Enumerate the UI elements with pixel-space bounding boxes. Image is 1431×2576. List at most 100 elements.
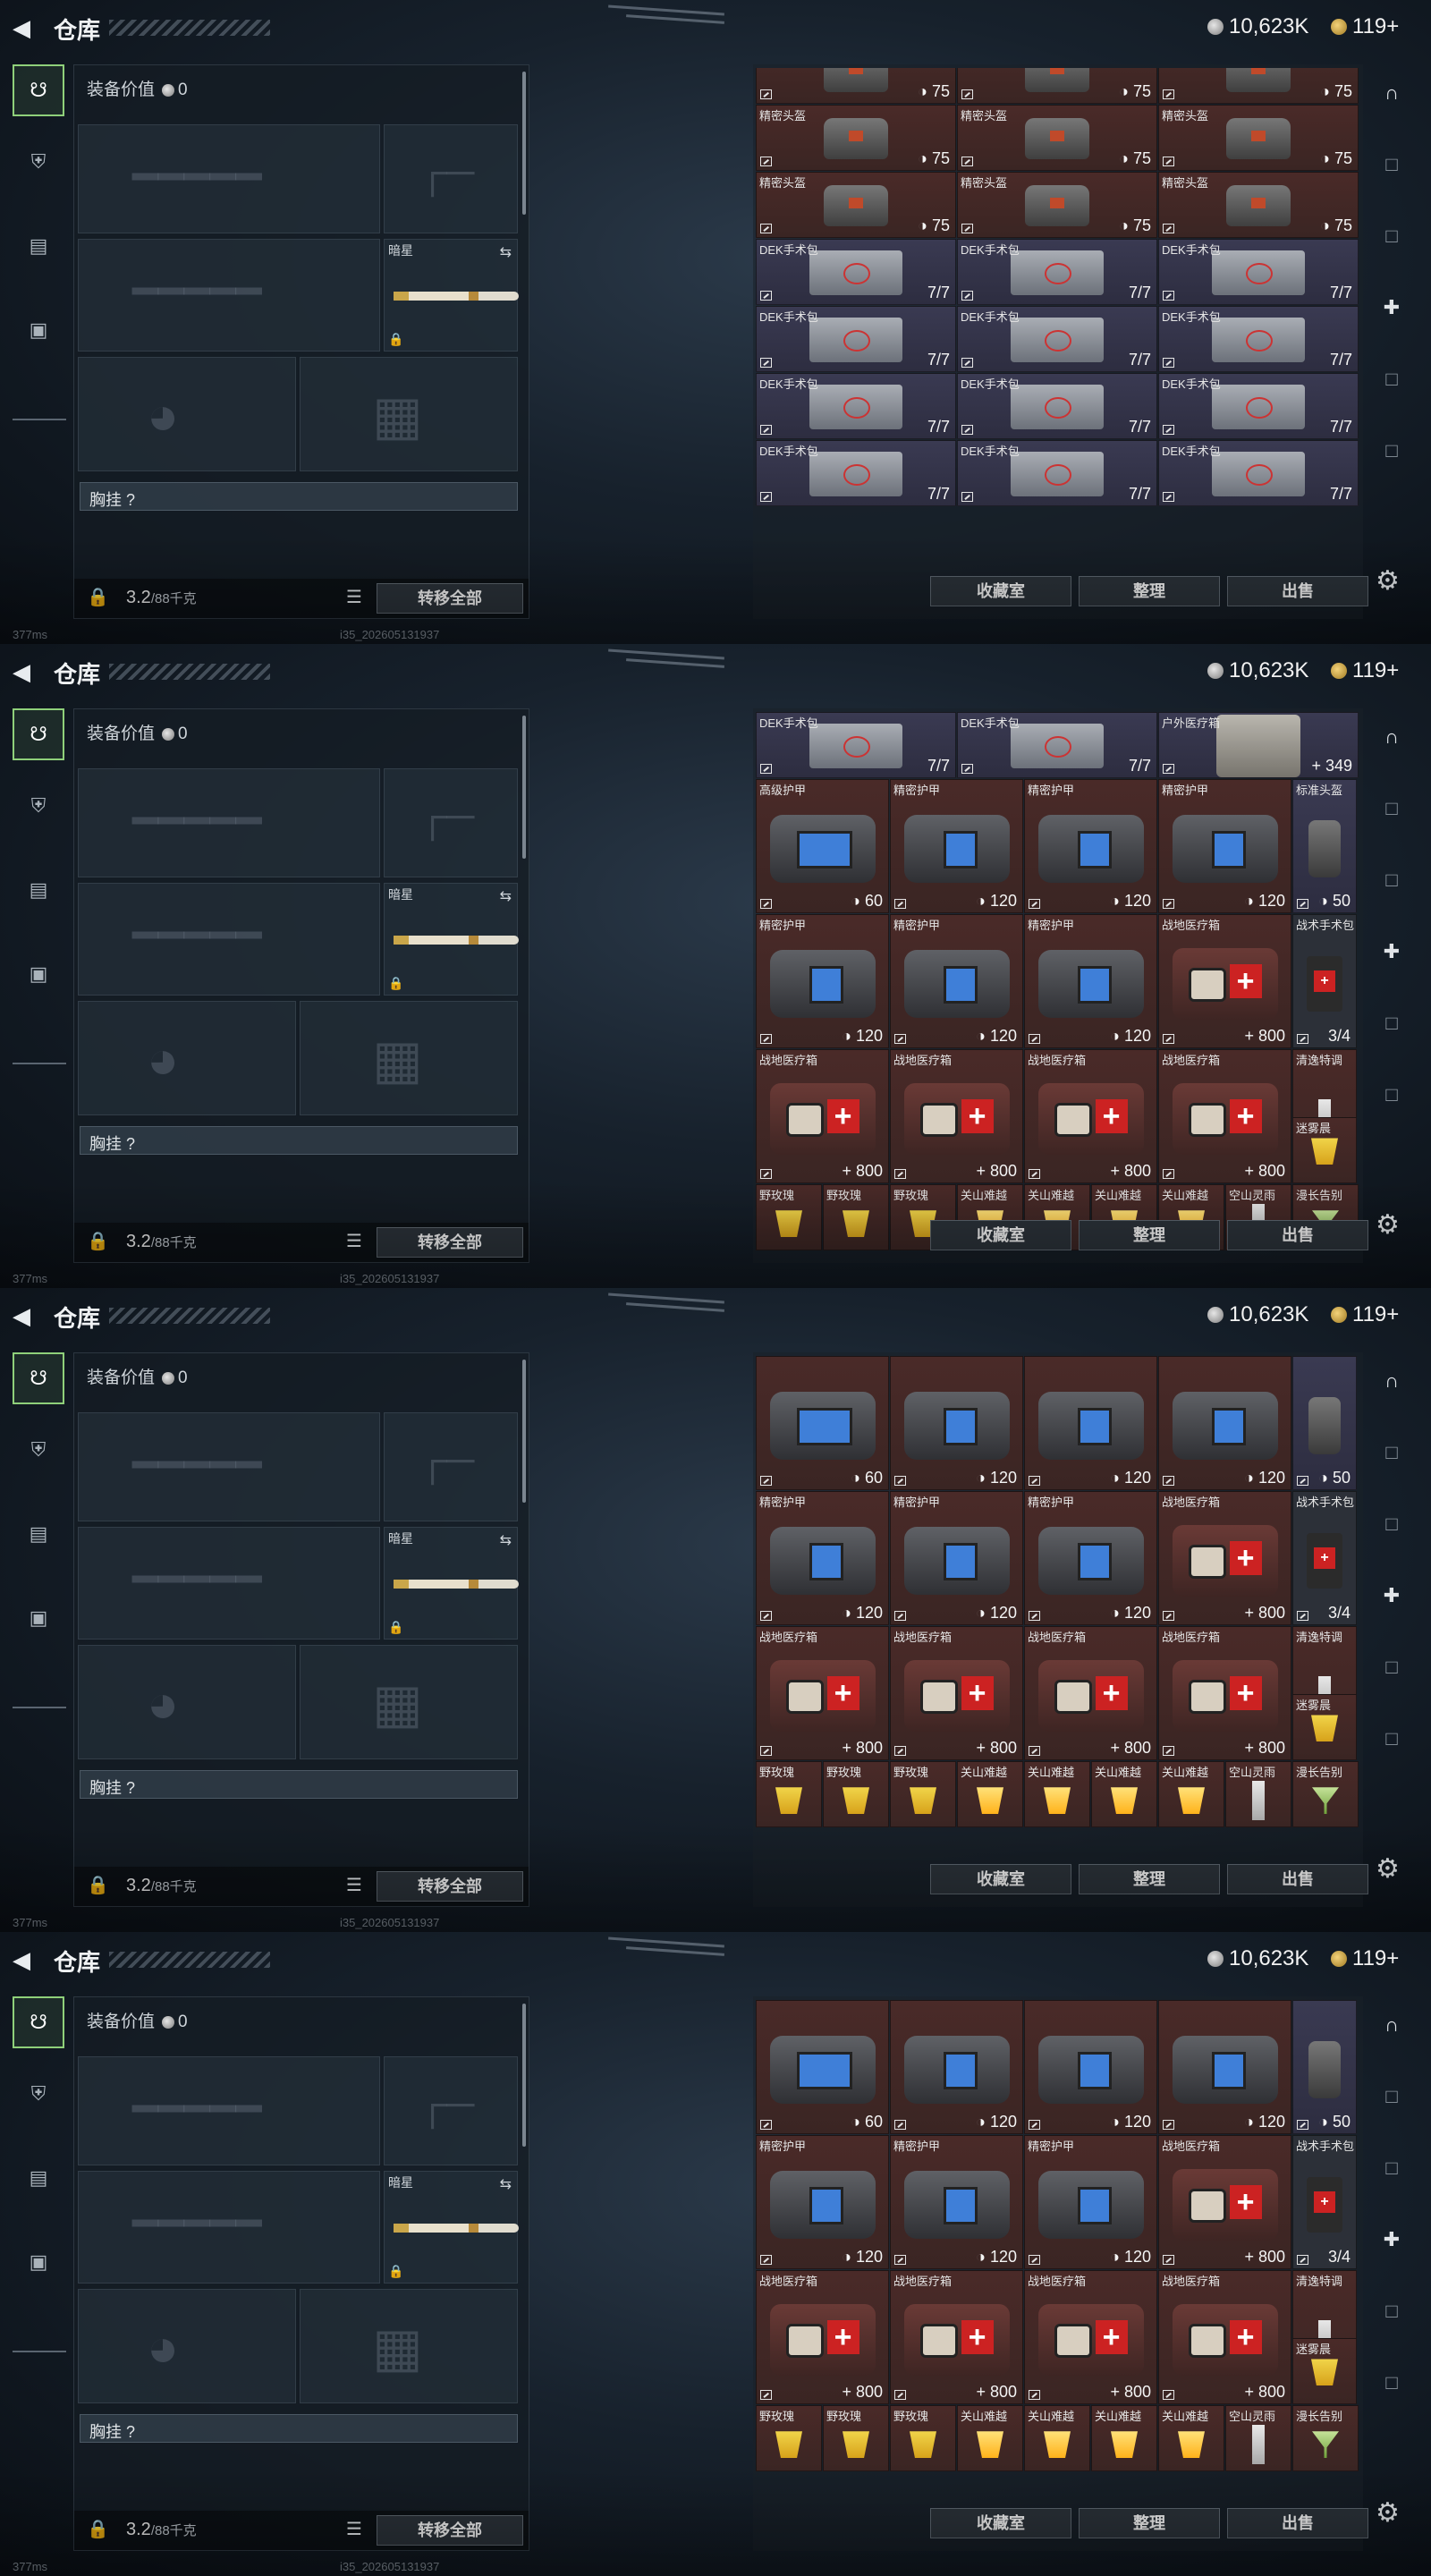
stash-item-cell[interactable]: DEK手术包 7/7: [957, 373, 1157, 439]
stash-item-cell[interactable]: 战地医疗箱 + 800: [1158, 1626, 1291, 1760]
stash-item-cell[interactable]: 野玫瑰: [890, 2405, 956, 2471]
organize-button[interactable]: 整理: [1079, 1220, 1220, 1250]
back-arrow-icon[interactable]: ◀: [13, 1302, 39, 1329]
tab-items[interactable]: ▤: [13, 1508, 64, 1560]
stash-item-cell[interactable]: 关山难越: [957, 1184, 1023, 1250]
stash-category-armor-icon[interactable]: □: [1368, 2150, 1415, 2186]
stash-item-cell[interactable]: 户外医疗箱 + 349: [1158, 712, 1359, 778]
organize-button[interactable]: 整理: [1079, 576, 1220, 606]
stash-item-cell[interactable]: DEK手术包 7/7: [1158, 373, 1359, 439]
stash-item-cell[interactable]: DEK手术包 7/7: [756, 306, 956, 372]
stash-category-misc-icon[interactable]: □: [1368, 1721, 1415, 1757]
stash-item-cell[interactable]: 精密护甲 ◑ 120: [890, 1491, 1023, 1625]
stash-category-gear-icon[interactable]: □: [1368, 361, 1415, 397]
stash-item-cell[interactable]: DEK手术包 7/7: [1158, 306, 1359, 372]
stash-item-cell[interactable]: DEK手术包 7/7: [957, 306, 1157, 372]
transfer-all-button[interactable]: 转移全部: [377, 2515, 523, 2546]
stash-item-cell[interactable]: 迷雾晨: [1292, 1117, 1357, 1183]
stash-category-weapons-icon[interactable]: □: [1368, 2079, 1415, 2114]
stash-category-all-icon[interactable]: ∩: [1368, 719, 1415, 755]
stash-item-cell[interactable]: 精密护甲 ◑ 120: [756, 2135, 889, 2269]
stash-item-cell[interactable]: 精密头盔 ◑ 75: [756, 105, 956, 171]
stash-item-cell[interactable]: DEK手术包 7/7: [756, 239, 956, 305]
stash-item-cell[interactable]: 战地医疗箱 + 800: [890, 1626, 1023, 1760]
stash-item-cell[interactable]: 战地医疗箱 + 800: [1024, 2270, 1157, 2404]
stash-item-cell[interactable]: ◑ 120: [890, 2000, 1023, 2134]
secondary-weapon-slot[interactable]: ━━━━━: [78, 239, 380, 352]
collection-button[interactable]: 收藏室: [930, 576, 1071, 606]
stash-item-cell[interactable]: 关山难越: [1158, 1761, 1224, 1827]
gear-icon[interactable]: ⚙: [1376, 1209, 1400, 1241]
back-arrow-icon[interactable]: ◀: [13, 1946, 39, 1973]
stash-item-cell[interactable]: 战地医疗箱 + 800: [756, 1049, 889, 1183]
chest-rig-slot[interactable]: 胸挂 ?: [80, 2414, 518, 2443]
stash-item-cell[interactable]: 战地医疗箱 + 800: [890, 2270, 1023, 2404]
pistol-slot[interactable]: ┌─: [384, 124, 518, 233]
secondary-weapon-slot[interactable]: ━━━━━: [78, 883, 380, 996]
transfer-all-button[interactable]: 转移全部: [377, 1227, 523, 1258]
stash-category-armor-icon[interactable]: □: [1368, 1506, 1415, 1542]
stash-item-cell[interactable]: 战地医疗箱 + 800: [1024, 1626, 1157, 1760]
helmet-slot[interactable]: ◕: [78, 1001, 296, 1115]
stash-item-cell[interactable]: ◑ 75: [957, 68, 1157, 104]
collection-button[interactable]: 收藏室: [930, 2508, 1071, 2538]
armor-slot[interactable]: ▦: [300, 2289, 518, 2403]
sell-button[interactable]: 出售: [1227, 2508, 1368, 2538]
tab-weapons[interactable]: ☋: [13, 708, 64, 760]
stash-item-cell[interactable]: 空山灵雨: [1225, 2405, 1291, 2471]
helmet-slot[interactable]: ◕: [78, 2289, 296, 2403]
stash-item-cell[interactable]: 关山难越: [957, 1761, 1023, 1827]
stash-item-cell[interactable]: 野玫瑰: [823, 1761, 889, 1827]
stash-item-cell[interactable]: 精密护甲 ◑ 120: [1024, 1491, 1157, 1625]
stash-item-cell[interactable]: 关山难越: [1158, 2405, 1224, 2471]
stash-item-cell[interactable]: 关山难越: [957, 2405, 1023, 2471]
tab-bag[interactable]: ▣: [13, 2236, 64, 2288]
loadout-scrollbar[interactable]: [522, 72, 526, 215]
tab-armor[interactable]: ⛨: [13, 780, 64, 832]
chest-rig-slot[interactable]: 胸挂 ?: [80, 1126, 518, 1155]
swap-icon[interactable]: ⇆: [500, 1531, 512, 1549]
primary-weapon-slot[interactable]: ━━━━━: [78, 768, 380, 877]
back-arrow-icon[interactable]: ◀: [13, 14, 39, 41]
stash-item-cell[interactable]: 漫长告别: [1292, 1184, 1359, 1250]
stash-item-cell[interactable]: DEK手术包 7/7: [957, 440, 1157, 506]
stash-item-cell[interactable]: 战术手术包 3/4: [1292, 2135, 1357, 2269]
stash-item-cell[interactable]: 精密护甲 ◑ 120: [1024, 914, 1157, 1048]
stash-item-cell[interactable]: 精密头盔 ◑ 75: [756, 172, 956, 238]
stash-category-misc-icon[interactable]: □: [1368, 2365, 1415, 2401]
stash-item-cell[interactable]: 战地医疗箱 + 800: [1158, 914, 1291, 1048]
stash-item-cell[interactable]: 精密头盔 ◑ 75: [1158, 105, 1359, 171]
gear-icon[interactable]: ⚙: [1376, 2497, 1400, 2529]
pistol-slot[interactable]: ┌─: [384, 1412, 518, 1521]
stash-item-cell[interactable]: DEK手术包 7/7: [756, 373, 956, 439]
list-icon[interactable]: ☰: [346, 1874, 362, 1896]
stash-item-cell[interactable]: 战术手术包 3/4: [1292, 914, 1357, 1048]
stash-item-cell[interactable]: 关山难越: [1091, 1184, 1157, 1250]
transfer-all-button[interactable]: 转移全部: [377, 1871, 523, 1902]
pistol-slot[interactable]: ┌─: [384, 2056, 518, 2165]
stash-item-cell[interactable]: 精密护甲 ◑ 120: [756, 914, 889, 1048]
stash-item-cell[interactable]: 战地医疗箱 + 800: [1158, 2270, 1291, 2404]
stash-item-cell[interactable]: 战地医疗箱 + 800: [1158, 1049, 1291, 1183]
pistol-slot[interactable]: ┌─: [384, 768, 518, 877]
chest-rig-slot[interactable]: 胸挂 ?: [80, 482, 518, 511]
transfer-all-button[interactable]: 转移全部: [377, 583, 523, 614]
secondary-weapon-slot[interactable]: ━━━━━: [78, 1527, 380, 1640]
stash-item-cell[interactable]: 野玫瑰: [890, 1761, 956, 1827]
organize-button[interactable]: 整理: [1079, 1864, 1220, 1894]
stash-item-cell[interactable]: 战地医疗箱 + 800: [1158, 2135, 1291, 2269]
tab-items[interactable]: ▤: [13, 220, 64, 272]
stash-item-cell[interactable]: 野玫瑰: [756, 2405, 822, 2471]
primary-weapon-slot[interactable]: ━━━━━: [78, 124, 380, 233]
stash-item-cell[interactable]: 高级护甲 ◑ 60: [756, 779, 889, 913]
melee-slot[interactable]: 暗星 ⇆ 🔒: [384, 883, 519, 996]
sell-button[interactable]: 出售: [1227, 1864, 1368, 1894]
swap-icon[interactable]: ⇆: [500, 887, 512, 905]
tab-bag[interactable]: ▣: [13, 304, 64, 356]
tab-bag[interactable]: ▣: [13, 1592, 64, 1644]
stash-item-cell[interactable]: 野玫瑰: [756, 1761, 822, 1827]
stash-category-medical-icon[interactable]: ✚: [1368, 2222, 1415, 2258]
stash-item-cell[interactable]: 精密护甲 ◑ 120: [1024, 2135, 1157, 2269]
tab-weapons[interactable]: ☋: [13, 1996, 64, 2048]
stash-item-cell[interactable]: ◑ 50: [1292, 1356, 1357, 1490]
